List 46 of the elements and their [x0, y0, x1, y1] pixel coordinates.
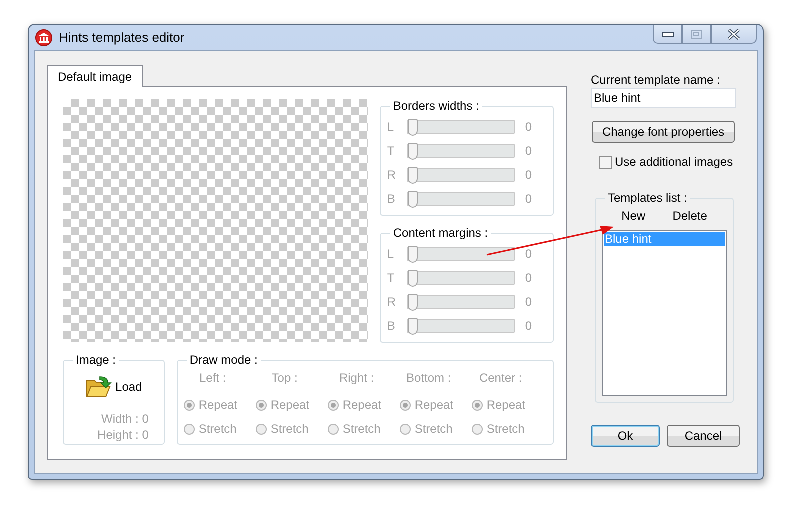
slider-label: B: [387, 192, 396, 206]
slider-value: 0: [525, 144, 532, 158]
slider-value: 0: [525, 120, 532, 134]
list-item[interactable]: Blue hint: [604, 232, 725, 246]
app-icon: [35, 28, 53, 46]
minimize-button[interactable]: [653, 25, 682, 44]
font-button[interactable]: Change font properties: [592, 121, 735, 143]
column-header: Right :: [339, 371, 374, 387]
slider-label: B: [387, 319, 396, 333]
slider-value: 0: [525, 192, 532, 206]
column-header: Bottom :: [406, 371, 452, 387]
slider-label: L: [387, 247, 396, 261]
action-link[interactable]: New: [622, 209, 646, 223]
height-label: Height : 0: [98, 427, 149, 443]
slider-value: 0: [525, 319, 532, 333]
slider-value: 0: [525, 168, 532, 182]
group-title: Borders widths :: [392, 99, 480, 113]
ok-button[interactable]: Ok: [591, 425, 660, 447]
minimize-icon: [662, 31, 674, 37]
slider-value: 0: [525, 295, 532, 309]
group-title: Templates list :: [607, 191, 688, 205]
maximize-icon: [691, 30, 702, 38]
column-header: Top :: [272, 371, 298, 387]
column-header: Left :: [199, 371, 226, 387]
slider-label: T: [387, 271, 396, 285]
width-label: Width : 0: [102, 411, 149, 427]
name-field[interactable]: Blue hint: [591, 88, 736, 108]
slider-label: T: [387, 144, 396, 158]
slider-label: R: [387, 295, 398, 309]
cancel-button[interactable]: Cancel: [667, 425, 740, 447]
slider-value: 0: [525, 247, 532, 261]
folder-icon: [86, 375, 112, 399]
group-title: Draw mode :: [188, 353, 259, 367]
slider-label: R: [387, 168, 398, 182]
field-label: Current template name :: [591, 73, 722, 87]
close-icon: [727, 28, 741, 40]
slider-label: L: [387, 120, 396, 134]
checkbox[interactable]: Use additional images: [599, 155, 741, 169]
close-button[interactable]: [711, 25, 757, 44]
group-title: Image :: [75, 353, 118, 367]
action-link[interactable]: Delete: [672, 209, 708, 223]
group-title: Content margins :: [392, 226, 490, 240]
column-header: Center :: [479, 371, 522, 387]
tab[interactable]: Default image: [47, 65, 144, 87]
window-title: Hints templates editor: [59, 30, 186, 45]
slider-value: 0: [525, 271, 532, 285]
